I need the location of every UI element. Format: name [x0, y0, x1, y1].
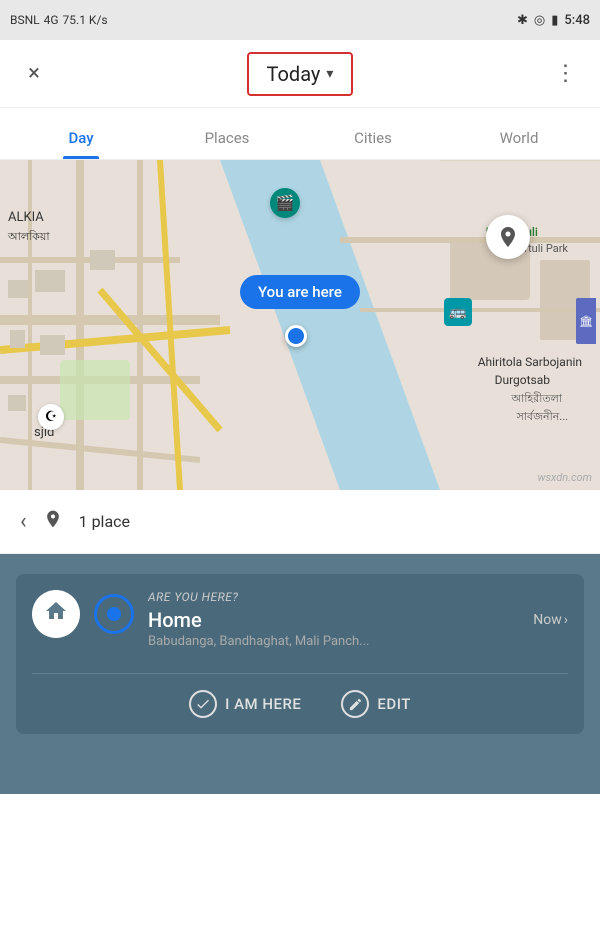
- location-pin-icon: [486, 215, 530, 259]
- tab-places[interactable]: Places: [154, 129, 300, 159]
- status-bar-right: ✱ ◎ ▮ 5:48: [517, 13, 590, 28]
- status-bar: BSNL 4G 75.1 K/s ✱ ◎ ▮ 5:48: [0, 0, 600, 40]
- card-address: Babudanga, Bandhaghat, Mali Panch...: [148, 634, 568, 649]
- location-card: Are you here? Home Now › Babudanga, Band…: [16, 574, 584, 734]
- place-count-bar: ‹ 1 place: [0, 490, 600, 554]
- i-am-here-label: I AM HERE: [225, 695, 301, 713]
- card-question: Are you here?: [148, 590, 568, 604]
- card-actions: I AM HERE EDIT: [32, 673, 568, 718]
- location-icon: ◎: [534, 13, 545, 28]
- dropdown-arrow-icon: ▾: [326, 66, 333, 82]
- carrier-label: BSNL: [10, 13, 40, 27]
- time-label: 5:48: [564, 13, 590, 28]
- card-top: Are you here? Home Now › Babudanga, Band…: [32, 590, 568, 649]
- watermark: wsxdn.com: [538, 471, 592, 484]
- bluetooth-icon: ✱: [517, 13, 528, 28]
- close-button[interactable]: ×: [16, 56, 52, 92]
- cinema-icon: 🎬: [270, 188, 300, 218]
- user-location-dot: [285, 325, 307, 347]
- card-info: Are you here? Home Now › Babudanga, Band…: [148, 590, 568, 649]
- you-are-here-label: You are here: [240, 275, 360, 309]
- card-time: Now ›: [533, 612, 568, 628]
- edit-button[interactable]: EDIT: [341, 690, 410, 718]
- i-am-here-button[interactable]: I AM HERE: [189, 690, 301, 718]
- tab-cities[interactable]: Cities: [300, 129, 446, 159]
- place-count-text: 1 place: [79, 512, 130, 531]
- edit-icon: [341, 690, 369, 718]
- right-edge-icon: 🏛: [576, 298, 596, 344]
- card-name-row: Home Now ›: [148, 608, 568, 632]
- home-avatar: [32, 590, 80, 638]
- pin-icon: [43, 509, 63, 534]
- card-name: Home: [148, 608, 202, 632]
- back-button[interactable]: ‹: [20, 509, 27, 534]
- check-icon: [189, 690, 217, 718]
- edit-label: EDIT: [377, 695, 410, 713]
- battery-label: ▮: [551, 13, 558, 28]
- signal-label: 4G: [44, 13, 59, 27]
- bus-stop-icon: 🚌: [444, 298, 472, 326]
- date-selector[interactable]: Today ▾: [247, 52, 354, 96]
- speed-label: 75.1 K/s: [63, 13, 108, 27]
- home-icon: [44, 599, 68, 629]
- active-location-indicator: [94, 594, 134, 634]
- header-title: Today: [267, 62, 321, 86]
- blue-dot-inner: [107, 607, 121, 621]
- card-section: Are you here? Home Now › Babudanga, Band…: [0, 554, 600, 794]
- mosque-icon: ☪: [38, 404, 64, 430]
- status-bar-left: BSNL 4G 75.1 K/s: [10, 13, 108, 27]
- more-options-button[interactable]: ⋮: [548, 56, 584, 92]
- header: × Today ▾ ⋮: [0, 40, 600, 108]
- tabs-bar: Day Places Cities World: [0, 108, 600, 160]
- map-view[interactable]: ALKIA আলকিয়া Kumartuli Kumortuli Park A…: [0, 160, 600, 490]
- tab-world[interactable]: World: [446, 129, 592, 159]
- card-time-arrow-icon: ›: [564, 612, 568, 628]
- tab-day[interactable]: Day: [8, 129, 154, 159]
